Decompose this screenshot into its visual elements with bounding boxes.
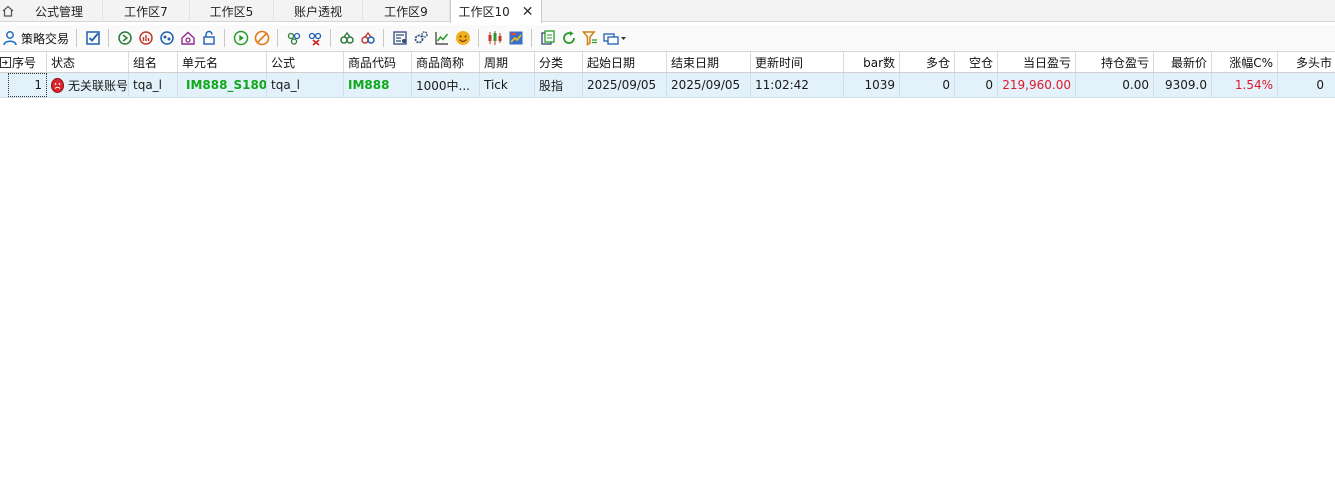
toolbar-divider: [108, 29, 110, 47]
cell-group[interactable]: tqa_l: [129, 73, 178, 97]
smiley-icon[interactable]: [452, 27, 473, 49]
toolbar-divider: [531, 29, 533, 47]
home-icon[interactable]: [0, 0, 16, 22]
workspace-tab-bar: 公式管理 工作区7 工作区5 账户透视 工作区9 工作区10 ✕: [0, 0, 1335, 23]
cell-code[interactable]: IM888: [344, 73, 412, 97]
refresh-icon[interactable]: [558, 27, 579, 49]
remove-unit-icon[interactable]: [304, 27, 325, 49]
export-icon[interactable]: [114, 27, 135, 49]
cell-name[interactable]: 1000中...: [412, 73, 480, 97]
cell-bars[interactable]: 1039: [844, 73, 900, 97]
window-dropdown-icon[interactable]: [600, 27, 630, 49]
tab-formula-management[interactable]: 公式管理: [16, 0, 103, 22]
column-header-bars[interactable]: bar数: [844, 52, 900, 72]
column-header-long-value[interactable]: 多头市: [1278, 52, 1335, 72]
column-header-end-date[interactable]: 结束日期: [667, 52, 751, 72]
add-unit-icon[interactable]: [283, 27, 304, 49]
toolbar-divider: [330, 29, 332, 47]
column-header-unit[interactable]: 单元名: [178, 52, 267, 72]
cell-formula[interactable]: tqa_l: [267, 73, 344, 97]
tab-workspace-5[interactable]: 工作区5: [190, 0, 274, 22]
tab-workspace-7[interactable]: 工作区7: [103, 0, 190, 22]
toolbar-divider: [76, 29, 78, 47]
column-header-short[interactable]: 空仓: [955, 52, 998, 72]
toolbar-divider: [224, 29, 226, 47]
table-row[interactable]: 1 无关联账号 tqa_l IM888_S180_1 tqa_l IM888 1…: [0, 73, 1335, 98]
grid-header-row: 序号 状态 组名 单元名 公式 商品代码 商品简称 周期 分类 起始日期 结束日…: [0, 51, 1335, 73]
toolbar: 策略交易: [0, 25, 1335, 51]
sad-face-icon: [51, 77, 64, 93]
tab-account-view[interactable]: 账户透视: [274, 0, 363, 22]
home-gear-icon[interactable]: [177, 27, 198, 49]
network-icon[interactable]: [156, 27, 177, 49]
tab-workspace-9[interactable]: 工作区9: [363, 0, 450, 22]
close-icon[interactable]: ✕: [522, 5, 534, 19]
toolbar-divider: [277, 29, 279, 47]
gears-icon[interactable]: [410, 27, 431, 49]
column-header-code[interactable]: 商品代码: [344, 52, 412, 72]
cell-pos-pnl[interactable]: 0.00: [1076, 73, 1154, 97]
cell-unit[interactable]: IM888_S180_1: [178, 73, 267, 97]
cell-last-price[interactable]: 9309.0: [1154, 73, 1212, 97]
candlestick-icon[interactable]: [484, 27, 505, 49]
settings-list-icon[interactable]: [389, 27, 410, 49]
cell-end-date[interactable]: 2025/09/05: [667, 73, 751, 97]
column-header-pos-pnl[interactable]: 持仓盈亏: [1076, 52, 1154, 72]
column-header-start-date[interactable]: 起始日期: [583, 52, 667, 72]
tab-workspace-10[interactable]: 工作区10 ✕: [450, 0, 542, 23]
copy-icon[interactable]: [537, 27, 558, 49]
cell-seq[interactable]: 1: [8, 73, 47, 97]
column-header-seq[interactable]: 序号: [0, 52, 47, 72]
column-header-formula[interactable]: 公式: [267, 52, 344, 72]
column-header-name[interactable]: 商品简称: [412, 52, 480, 72]
stop-icon[interactable]: [251, 27, 272, 49]
strategy-trading-label: 策略交易: [21, 31, 70, 46]
column-header-long[interactable]: 多仓: [900, 52, 955, 72]
cell-category[interactable]: 股指: [535, 73, 583, 97]
link-icon[interactable]: [336, 27, 357, 49]
toolbar-divider: [478, 29, 480, 47]
cell-status[interactable]: 无关联账号: [47, 73, 129, 97]
column-header-status[interactable]: 状态: [47, 52, 129, 72]
cell-long[interactable]: 0: [900, 73, 955, 97]
cell-long-value[interactable]: 0: [1278, 73, 1328, 97]
column-header-group[interactable]: 组名: [129, 52, 178, 72]
column-header-category[interactable]: 分类: [535, 52, 583, 72]
cell-short[interactable]: 0: [955, 73, 998, 97]
column-header-period[interactable]: 周期: [480, 52, 535, 72]
filter-icon[interactable]: [579, 27, 600, 49]
unlock-icon[interactable]: [198, 27, 219, 49]
strategy-trading-button[interactable]: 策略交易: [0, 27, 71, 49]
unlink-icon[interactable]: [357, 27, 378, 49]
cell-start-date[interactable]: 2025/09/05: [583, 73, 667, 97]
expand-icon[interactable]: [0, 56, 11, 68]
cell-update-time[interactable]: 11:02:42: [751, 73, 844, 97]
stats-icon[interactable]: [135, 27, 156, 49]
line-chart-icon[interactable]: [431, 27, 452, 49]
toolbar-divider: [383, 29, 385, 47]
cell-period[interactable]: Tick: [480, 73, 535, 97]
column-header-change-pct[interactable]: 涨幅C%: [1212, 52, 1278, 72]
checklist-icon[interactable]: [82, 27, 103, 49]
column-header-last-price[interactable]: 最新价: [1154, 52, 1212, 72]
column-header-update-time[interactable]: 更新时间: [751, 52, 844, 72]
column-header-day-pnl[interactable]: 当日盈亏: [998, 52, 1076, 72]
report-icon[interactable]: [505, 27, 526, 49]
user-icon: [3, 31, 17, 46]
cell-change-pct[interactable]: 1.54%: [1212, 73, 1278, 97]
cell-day-pnl[interactable]: 219,960.00: [998, 73, 1076, 97]
strategy-grid: 序号 状态 组名 单元名 公式 商品代码 商品简称 周期 分类 起始日期 结束日…: [0, 51, 1335, 98]
play-icon[interactable]: [230, 27, 251, 49]
